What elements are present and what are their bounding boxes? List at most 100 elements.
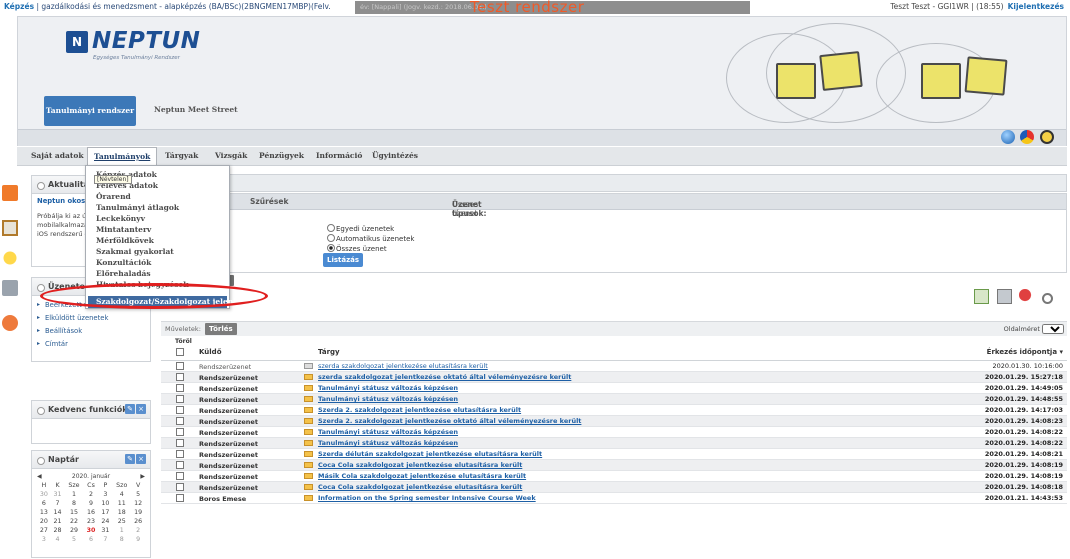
- table-row[interactable]: Rendszerüzenet Szerda 2. szakdolgozat jel…: [161, 416, 1067, 427]
- row-checkbox[interactable]: [176, 428, 184, 436]
- day-cell[interactable]: 18: [112, 508, 131, 517]
- menu-szakdolgozat-jelentkezes[interactable]: Szakdolgozat/Szakdolgozat jelentkezés: [88, 296, 260, 308]
- export-icon[interactable]: [974, 289, 990, 304]
- day-cell-today[interactable]: 30: [84, 526, 99, 535]
- day-cell[interactable]: 6: [84, 535, 99, 544]
- day-cell[interactable]: 24: [99, 517, 113, 526]
- color-wheel-icon[interactable]: [1020, 130, 1035, 144]
- row-checkbox[interactable]: [176, 450, 184, 458]
- day-cell[interactable]: 17: [99, 508, 113, 517]
- day-cell[interactable]: 5: [131, 490, 145, 499]
- row-checkbox[interactable]: [176, 472, 184, 480]
- day-cell[interactable]: 16: [84, 508, 99, 517]
- day-cell[interactable]: 8: [64, 499, 83, 508]
- day-cell[interactable]: 3: [37, 535, 51, 544]
- nav-vizsgak[interactable]: Vizsgák: [215, 151, 247, 160]
- row-subject-link[interactable]: Tanulmányi státusz változás képzésen: [318, 395, 458, 403]
- select-all-checkbox[interactable]: [176, 348, 184, 356]
- row-subject-link[interactable]: Tanulmányi státusz változás képzésen: [318, 384, 458, 392]
- day-cell[interactable]: 6: [37, 499, 51, 508]
- row-checkbox[interactable]: [176, 483, 184, 491]
- day-cell[interactable]: 1: [64, 490, 83, 499]
- day-cell[interactable]: 2: [131, 526, 145, 535]
- menu-konzultaciok[interactable]: Konzultációk: [96, 258, 151, 267]
- row-subject-link[interactable]: Coca Cola szakdolgozat jelentkezése elut…: [318, 461, 522, 469]
- row-subject-link[interactable]: Szerda délután szakdolgozat jelentkezése…: [318, 450, 542, 458]
- radio-osszes[interactable]: Összes üzenet: [327, 244, 387, 253]
- col-date[interactable]: Érkezés időpontja ▾: [987, 348, 1063, 356]
- next-month-icon[interactable]: ▶: [140, 472, 145, 481]
- day-cell[interactable]: 21: [51, 517, 65, 526]
- day-cell[interactable]: 19: [131, 508, 145, 517]
- table-row[interactable]: Rendszerüzenet Szerda 2. szakdolgozat jel…: [161, 405, 1067, 416]
- menu-elorehaladas[interactable]: Előrehaladás: [96, 269, 151, 278]
- row-checkbox[interactable]: [176, 373, 184, 381]
- day-cell[interactable]: 23: [84, 517, 99, 526]
- col-sender[interactable]: Küldő: [199, 348, 222, 356]
- table-row[interactable]: Rendszerüzenet Tanulmányi státusz változá…: [161, 438, 1067, 449]
- print-icon[interactable]: [996, 289, 1012, 304]
- day-cell[interactable]: 14: [51, 508, 65, 517]
- table-row[interactable]: Rendszerüzenet Tanulmányi státusz változá…: [161, 383, 1067, 394]
- chat-icon[interactable]: [2, 315, 18, 331]
- training-label[interactable]: Képzés: [4, 2, 34, 11]
- table-row[interactable]: Rendszerüzenet szerda szakdolgozat jelent…: [161, 372, 1067, 383]
- system-button[interactable]: Tanulmányi rendszer: [44, 96, 136, 126]
- day-cell[interactable]: 5: [64, 535, 83, 544]
- close-icon[interactable]: ×: [136, 454, 146, 464]
- day-cell[interactable]: 15: [64, 508, 83, 517]
- menu-merfoldkovek[interactable]: Mérföldkövek: [96, 236, 154, 245]
- home-icon[interactable]: [2, 220, 18, 236]
- radio-egyedi[interactable]: Egyedi üzenetek: [327, 224, 394, 233]
- menu-mintatanterv[interactable]: Mintatanterv: [96, 225, 151, 234]
- sort-icon[interactable]: ▾: [1059, 348, 1063, 356]
- beallitasok-link[interactable]: Beállítások: [37, 325, 145, 338]
- row-subject-link[interactable]: Másik Cola szakdolgozat jelentkezése elu…: [318, 472, 526, 480]
- row-subject-link[interactable]: Tanulmányi státusz változás képzésen: [318, 428, 458, 436]
- day-cell[interactable]: 2: [84, 490, 99, 499]
- day-cell[interactable]: 7: [51, 499, 65, 508]
- radio-automatikus[interactable]: Automatikus üzenetek: [327, 234, 414, 243]
- nav-sajat-adatok[interactable]: Saját adatok: [31, 151, 84, 160]
- table-row[interactable]: Rendszerüzenet Tanulmányi státusz változá…: [161, 427, 1067, 438]
- edit-icon[interactable]: ✎: [125, 404, 135, 414]
- day-cell[interactable]: 12: [131, 499, 145, 508]
- row-checkbox[interactable]: [176, 395, 184, 403]
- day-cell[interactable]: 8: [112, 535, 131, 544]
- day-cell[interactable]: 20: [37, 517, 51, 526]
- edit-icon[interactable]: ✎: [125, 454, 135, 464]
- day-cell[interactable]: 25: [112, 517, 131, 526]
- menu-szakmai-gyakorlat[interactable]: Szakmai gyakorlat: [96, 247, 174, 256]
- day-cell[interactable]: 13: [37, 508, 51, 517]
- globe-icon[interactable]: [1000, 130, 1015, 144]
- elkuldott-uzenetek-link[interactable]: Elküldött üzenetek: [37, 312, 145, 325]
- page-size-select[interactable]: 500: [1042, 324, 1064, 334]
- prev-month-icon[interactable]: ◀: [37, 472, 42, 481]
- row-checkbox[interactable]: [176, 406, 184, 414]
- meet-street-link[interactable]: Neptun Meet Street: [154, 105, 238, 114]
- day-cell[interactable]: 27: [37, 526, 51, 535]
- row-checkbox[interactable]: [176, 494, 184, 502]
- table-row[interactable]: Rendszerüzenet Coca Cola szakdolgozat jel…: [161, 482, 1067, 493]
- nav-targyak[interactable]: Tárgyak: [165, 151, 198, 160]
- row-subject-link[interactable]: szerda szakdolgozat jelentkezése elutasí…: [318, 362, 488, 370]
- day-cell[interactable]: 7: [99, 535, 113, 544]
- menu-leckekonyv[interactable]: Leckekönyv: [96, 214, 145, 223]
- day-cell[interactable]: 31: [51, 490, 65, 499]
- day-cell[interactable]: 26: [131, 517, 145, 526]
- day-cell[interactable]: 10: [99, 499, 113, 508]
- day-cell[interactable]: 30: [37, 490, 51, 499]
- search-icon[interactable]: [1042, 293, 1053, 304]
- row-subject-link[interactable]: Szerda 2. szakdolgozat jelentkezése okta…: [318, 417, 581, 425]
- row-checkbox[interactable]: [176, 461, 184, 469]
- day-cell[interactable]: 9: [84, 499, 99, 508]
- list-button[interactable]: Listázás: [323, 253, 364, 267]
- menu-tanulmanyi-atlagok[interactable]: Tanulmányi átlagok: [96, 203, 179, 212]
- table-row[interactable]: Boros Emese Information on the Spring sem…: [161, 493, 1067, 504]
- day-cell[interactable]: 4: [112, 490, 131, 499]
- day-cell[interactable]: 1: [112, 526, 131, 535]
- table-row[interactable]: Rendszerüzenet Szerda délután szakdolgoza…: [161, 449, 1067, 460]
- nav-penzugyek[interactable]: Pénzügyek: [259, 151, 304, 160]
- star-icon[interactable]: [2, 250, 18, 266]
- delete-button[interactable]: Törlés: [205, 323, 237, 335]
